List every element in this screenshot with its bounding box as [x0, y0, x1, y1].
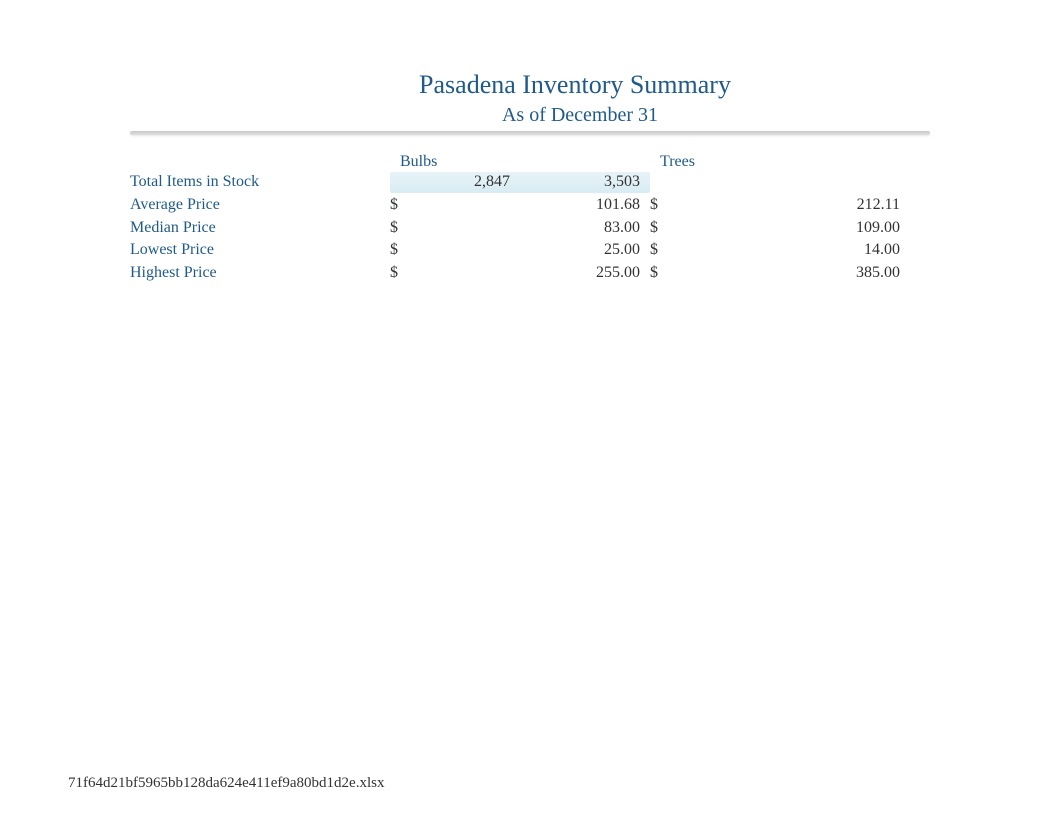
header-trees: Trees	[650, 153, 910, 171]
row-label: Median Price	[130, 217, 390, 240]
bulbs-currency: $	[390, 195, 405, 216]
bulbs-value: 255.00	[405, 263, 650, 284]
trees-currency: $	[650, 240, 665, 261]
table-row-highest-price: Highest Price $ 255.00 $ 385.00	[130, 262, 930, 285]
header-bulbs: Bulbs	[390, 153, 650, 171]
inventory-table: Bulbs Trees Total Items in Stock 2,847 3…	[130, 153, 930, 285]
footer-filename: 71f64d21bf5965bb128da624e411ef9a80bd1d2e…	[68, 775, 384, 792]
table-row-lowest-price: Lowest Price $ 25.00 $ 14.00	[130, 239, 930, 262]
row-label: Highest Price	[130, 262, 390, 285]
trees-value: 212.11	[665, 195, 910, 216]
trees-value: 385.00	[665, 263, 910, 284]
bulbs-currency: $	[390, 240, 405, 261]
header-label-empty	[130, 153, 390, 171]
trees-value: 109.00	[665, 218, 910, 239]
bulbs-value: 83.00	[405, 218, 650, 239]
trees-currency: $	[650, 195, 665, 216]
total-bulbs-value: 2,847	[390, 172, 520, 193]
trees-value: 14.00	[665, 240, 910, 261]
bulbs-value: 101.68	[405, 195, 650, 216]
bulbs-currency: $	[390, 263, 405, 284]
row-label: Lowest Price	[130, 239, 390, 262]
trees-currency: $	[650, 218, 665, 239]
trees-currency: $	[650, 263, 665, 284]
bulbs-currency: $	[390, 218, 405, 239]
table-row-average-price: Average Price $ 101.68 $ 212.11	[130, 194, 930, 217]
total-trees-value: 3,503	[520, 172, 650, 193]
report-title: Pasadena Inventory Summary	[130, 70, 930, 100]
bulbs-value: 25.00	[405, 240, 650, 261]
title-divider	[130, 131, 930, 135]
row-label: Average Price	[130, 194, 390, 217]
report-subtitle: As of December 31	[130, 104, 930, 127]
table-row-median-price: Median Price $ 83.00 $ 109.00	[130, 217, 930, 240]
row-label: Total Items in Stock	[130, 171, 390, 194]
report-container: Pasadena Inventory Summary As of Decembe…	[130, 70, 930, 285]
table-header-row: Bulbs Trees	[130, 153, 930, 171]
table-row-total-items: Total Items in Stock 2,847 3,503	[130, 171, 930, 194]
